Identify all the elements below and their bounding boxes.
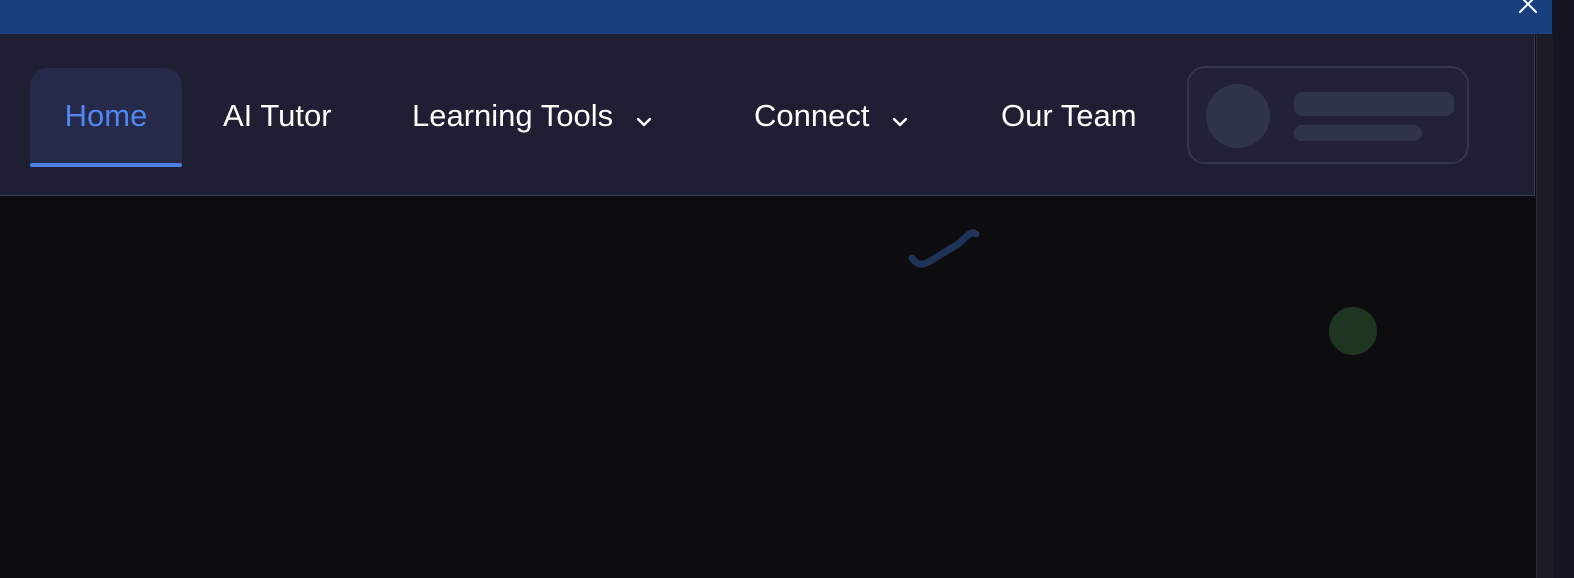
nav-item-home[interactable]: Home [30,68,182,164]
window-edge [1552,0,1574,578]
avatar [1206,84,1270,148]
main-navbar: Home AI Tutor Learning Tools Connect Our [0,34,1535,196]
nav-item-label: AI Tutor [223,98,332,133]
chevron-down-icon [889,105,911,127]
nav-item-learning-tools[interactable]: Learning Tools [412,68,655,164]
nav-item-connect[interactable]: Connect [754,68,911,164]
nav-item-label: Connect [754,98,870,133]
nav-item-ai-tutor[interactable]: AI Tutor [223,68,332,164]
scrollbar[interactable] [1536,34,1553,578]
app-page: Home AI Tutor Learning Tools Connect Our [0,0,1574,578]
chevron-down-icon [633,105,655,127]
close-icon[interactable] [1516,0,1540,16]
decorative-dot [1329,307,1377,355]
user-profile-skeleton[interactable] [1187,66,1469,164]
announcement-bar [0,0,1552,34]
active-tab-indicator [30,163,182,167]
nav-item-label: Home [64,98,148,133]
nav-item-label: Learning Tools [412,98,614,133]
skeleton-name-line [1294,92,1454,116]
decorative-squiggle [908,229,980,268]
nav-item-label: Our Team [1001,98,1137,133]
skeleton-subtitle-line [1294,125,1422,141]
nav-item-our-team[interactable]: Our Team [1001,68,1137,164]
